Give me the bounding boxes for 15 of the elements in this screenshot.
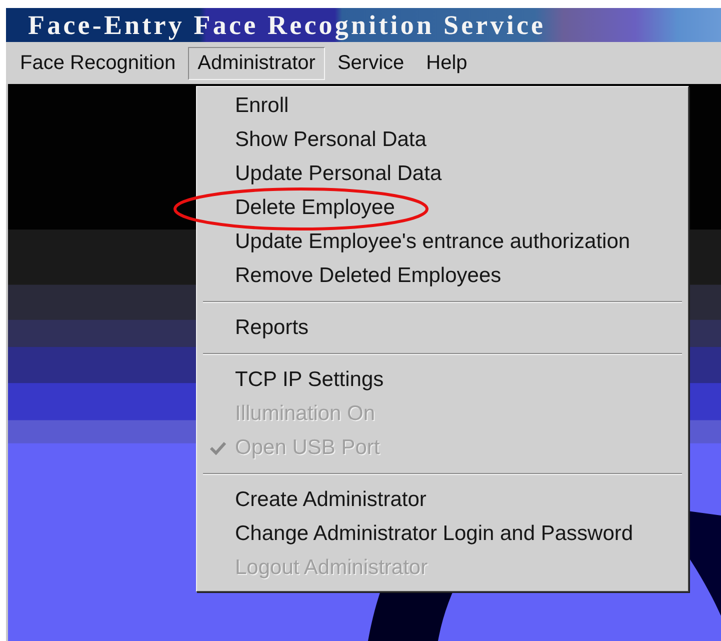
menu-item[interactable]: Face Recognition bbox=[10, 46, 186, 80]
menu-option[interactable]: Remove Deleted Employees bbox=[201, 259, 684, 293]
menu-option[interactable]: Delete Employee bbox=[201, 191, 684, 225]
menu-item[interactable]: Administrator bbox=[188, 46, 326, 80]
menu-option[interactable]: Enroll bbox=[201, 89, 684, 123]
menu-option[interactable]: Update Employee's entrance authorization bbox=[201, 225, 684, 259]
menu-option[interactable]: Create Administrator bbox=[201, 483, 684, 517]
window-title: Face-Entry Face Recognition Service bbox=[28, 10, 546, 40]
menu-option[interactable]: Reports bbox=[201, 311, 684, 345]
menu-item[interactable]: Help bbox=[416, 46, 478, 80]
menu-option[interactable]: Update Personal Data bbox=[201, 157, 684, 191]
menu-option[interactable]: Change Administrator Login and Password bbox=[201, 517, 684, 551]
menu-option[interactable]: TCP IP Settings bbox=[201, 363, 684, 397]
menu-item[interactable]: Service bbox=[327, 46, 414, 80]
menu-option[interactable]: Show Personal Data bbox=[201, 123, 684, 157]
